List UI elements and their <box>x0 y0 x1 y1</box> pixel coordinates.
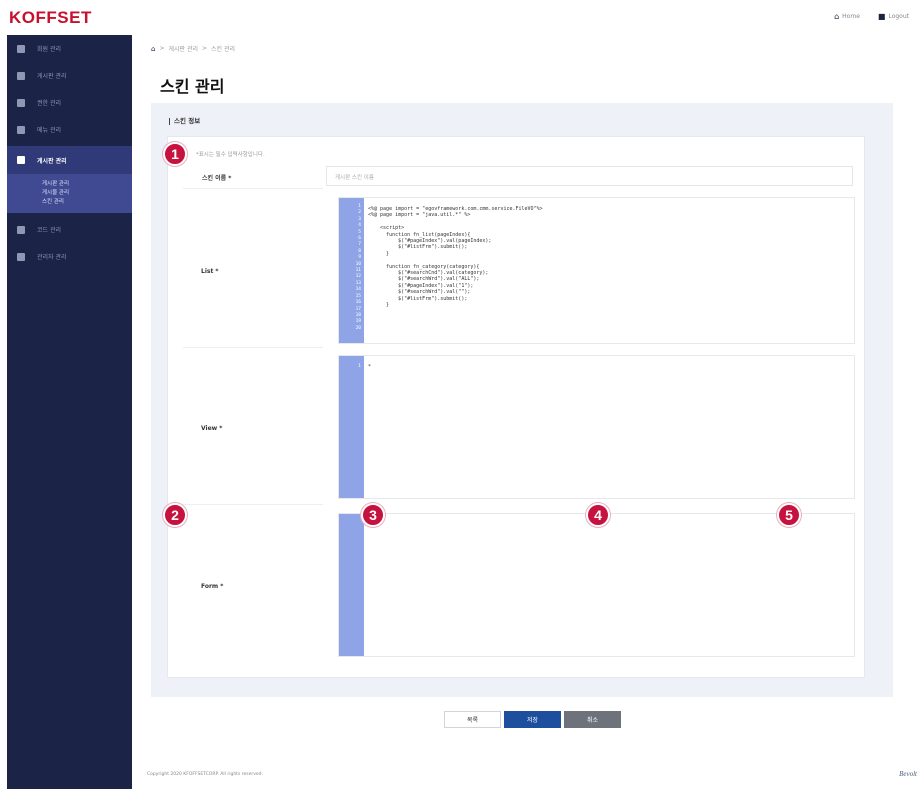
row-divider <box>183 504 323 505</box>
list-button[interactable]: 목록 <box>444 711 501 728</box>
user-icon: ■ <box>877 12 886 21</box>
list-code[interactable]: <%@ page import = "egovframework.com.cmm… <box>368 206 543 309</box>
sidebar-item-board-active[interactable]: 게시판 관리 <box>7 146 132 174</box>
admin-icon <box>17 252 25 261</box>
subnav-item-posts[interactable]: 게시물 관리 <box>42 189 132 198</box>
sidebar-item-label: 회원 관리 <box>37 46 61 53</box>
cancel-button[interactable]: 취소 <box>564 711 621 728</box>
sidebar-item-label: 관리자 관리 <box>37 254 67 261</box>
sidebar: 회원 관리 게시판 관리 권한 관리 메뉴 관리 게시판 관리 게시판 관리 게… <box>7 35 132 789</box>
breadcrumb-separator: > <box>159 45 165 52</box>
list-label: List * <box>201 268 219 275</box>
line-number-gutter: 1 <box>339 356 364 498</box>
callout-badge-4: 4 <box>586 503 610 527</box>
subnav-item-board[interactable]: 게시판 관리 <box>42 180 132 189</box>
logout-link[interactable]: ■ Logout <box>878 12 909 21</box>
sidebar-item-label: 권한 관리 <box>37 100 61 107</box>
list-icon <box>17 71 25 80</box>
sidebar-submenu: 게시판 관리 게시물 관리 스킨 관리 <box>7 174 132 213</box>
monitor-icon <box>17 125 25 134</box>
footer-brand-logo: Bevolt <box>899 770 917 778</box>
row-divider <box>183 347 323 348</box>
row-divider <box>183 188 323 189</box>
section-title: 스킨 정보 <box>169 115 200 125</box>
callout-badge-2: 2 <box>163 503 187 527</box>
sidebar-item-menu[interactable]: 메뉴 관리 <box>7 116 132 143</box>
breadcrumb: ⌂ > 게시판 관리 > 스킨 관리 <box>151 44 236 54</box>
callout-badge-3: 3 <box>361 503 385 527</box>
callout-badge-1: 1 <box>163 142 187 166</box>
view-code[interactable]: * <box>368 364 371 370</box>
sidebar-item-label: 코드 관리 <box>37 227 61 234</box>
list-code-editor[interactable]: 1 2 3 4 5 6 7 8 9 10 11 12 13 14 15 16 17 18 19 20 <%@ page… <box>338 197 855 344</box>
skin-name-label: 스킨 이름 * <box>202 175 232 182</box>
app-logo[interactable]: KOFFSET <box>9 8 92 28</box>
line-number-gutter: 1 2 3 4 5 6 7 8 9 10 11 12 13 14 15 16 17 18 19 20 <box>339 198 364 343</box>
page-title: 스킨 관리 <box>160 77 225 96</box>
footer-copyright: Copyright 2020 KFOFFSETCORP. All rights … <box>147 772 263 777</box>
sidebar-item-code[interactable]: 코드 관리 <box>7 216 132 243</box>
home-icon: ⌂ <box>834 12 840 21</box>
grid-icon <box>17 156 25 164</box>
home-link[interactable]: ⌂ Home <box>834 12 860 21</box>
code-icon <box>17 225 25 234</box>
sidebar-item-admin[interactable]: 관리자 관리 <box>7 243 132 270</box>
home-link-label: Home <box>842 13 860 20</box>
gear-icon <box>17 44 25 53</box>
section-bar <box>169 117 170 125</box>
top-links: ⌂ Home ■ Logout <box>834 12 909 21</box>
save-button[interactable]: 저장 <box>504 711 561 728</box>
sidebar-item-auth[interactable]: 권한 관리 <box>7 89 132 116</box>
breadcrumb-separator: > <box>202 45 208 52</box>
logout-link-label: Logout <box>888 13 909 20</box>
skin-name-input[interactable]: 게시판 스킨 이름 <box>326 166 853 186</box>
sidebar-item-label: 게시판 관리 <box>37 73 67 80</box>
action-buttons: 목록 저장 취소 <box>444 711 621 728</box>
view-code-editor[interactable]: 1 * <box>338 355 855 499</box>
page-root: KOFFSET ⌂ Home ■ Logout 회원 관리 게시판 관리 권한 … <box>0 0 919 789</box>
users-icon <box>17 98 25 107</box>
required-note: *표시는 필수 입력사항입니다. <box>196 152 265 158</box>
form-code-editor[interactable] <box>338 513 855 657</box>
view-label: View * <box>201 425 223 432</box>
breadcrumb-item: 스킨 관리 <box>211 46 236 53</box>
sidebar-item-label: 메뉴 관리 <box>37 127 61 134</box>
subnav-item-skin[interactable]: 스킨 관리 <box>42 198 132 207</box>
home-icon[interactable]: ⌂ <box>151 45 155 53</box>
breadcrumb-item[interactable]: 게시판 관리 <box>168 44 198 53</box>
form-label: Form * <box>201 583 224 590</box>
section-title-text: 스킨 정보 <box>174 117 201 125</box>
sidebar-item-member[interactable]: 회원 관리 <box>7 35 132 62</box>
sidebar-item-label: 게시판 관리 <box>37 157 67 165</box>
callout-badge-5: 5 <box>777 503 801 527</box>
line-number-gutter <box>339 514 364 656</box>
sidebar-item-board[interactable]: 게시판 관리 <box>7 62 132 89</box>
